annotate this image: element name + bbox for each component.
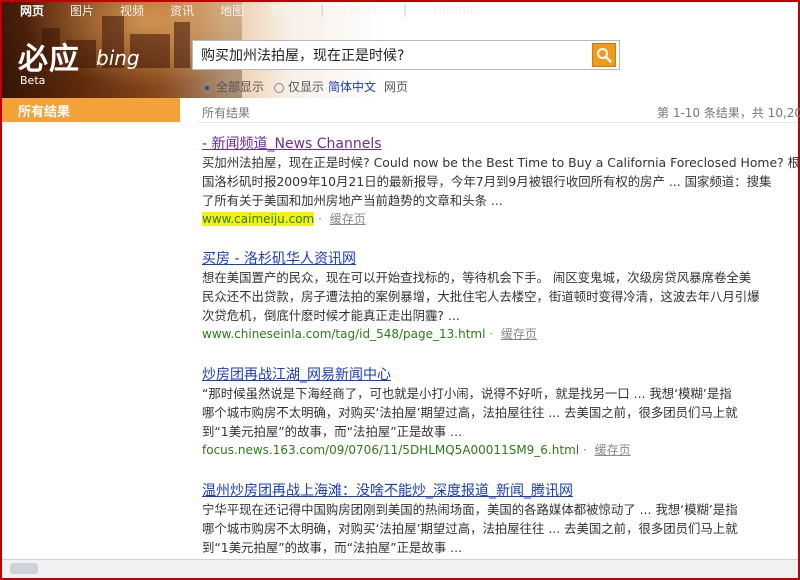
result-url-row: www.chineseinla.com/tag/id_548/page_13.h… (202, 327, 537, 341)
nav-web[interactable]: 网页 (20, 2, 44, 19)
result-snippet-line: 到“1美元拍屋”的故事，而“法拍屋”正是故事 ... (202, 424, 462, 439)
result-title-link[interactable]: 买房 - 洛杉矶华人资讯网 (202, 250, 800, 268)
scope-suffix: 网页 (384, 80, 409, 94)
scope-language-link[interactable]: 简体中文 (328, 78, 376, 95)
scrollbar-thumb[interactable] (10, 563, 38, 574)
scope-all-label[interactable]: 全部显示 (216, 78, 264, 95)
result-title-link[interactable]: 温州炒房团再战上海滩：没啥不能炒_深度报道_新闻_腾讯网 (202, 482, 800, 500)
cached-page-link[interactable]: 缓存页 (501, 327, 537, 341)
logo-beta: Beta (20, 74, 46, 87)
result-snippet-line: 哪个城市购房不太明确，对购买‘法拍屋’期望过高，法拍屋往往 ... 去美国之前，… (202, 521, 738, 536)
result-url-row: www.caimeiju.com · 缓存页 (202, 212, 366, 226)
result-url: focus.news.163.com/09/0706/11/5DHLMQ5A00… (202, 443, 580, 457)
search-icon (597, 48, 612, 63)
nav-maps[interactable]: 地图 (220, 2, 244, 19)
search-box (192, 40, 620, 70)
result-snippet-line: “那时候虽然说是下海经商了，可也就是小打小闹，说得不好听，就是找另一口 ... … (202, 386, 732, 401)
search-result: 炒房团再战江湖_网易新闻中心 “那时候虽然说是下海经商了，可也就是小打小闹，说得… (202, 366, 800, 459)
result-snippet-line: 到“1美元拍屋”的故事，而“法拍屋”正是故事 ... (202, 540, 462, 555)
scope-only-label[interactable]: 仅显示 (288, 78, 324, 95)
header-banner: 网页 图片 视频 资讯 地图 更多 | MSN | Hotmail 必应 bin… (2, 2, 798, 98)
top-navigation: 网页 图片 视频 资讯 地图 更多 | MSN | Hotmail (2, 2, 798, 18)
result-snippet-line: 国洛杉矶时报2009年10月21日的最新报导，今年7月到9月被银行收回所有权的房… (202, 174, 772, 189)
nav-msn[interactable]: MSN (350, 3, 377, 17)
result-url: www.chineseinla.com/tag/id_548/page_13.h… (202, 327, 486, 341)
result-url: www.caimeiju.com (202, 212, 315, 226)
results-count: 第 1-10 条结果，共 10,20 (657, 106, 800, 120)
cached-page-link[interactable]: 缓存页 (330, 212, 366, 226)
result-title-link[interactable]: - 新闻频道_News Channels (202, 135, 800, 153)
search-input[interactable] (193, 42, 592, 68)
result-snippet-line: 哪个城市购房不太明确，对购买‘法拍屋’期望过高，法拍屋往往 ... 去美国之前，… (202, 405, 738, 420)
nav-news[interactable]: 资讯 (170, 2, 194, 19)
logo-bing[interactable]: bing (96, 46, 140, 70)
result-snippet-line: 民众还不出贷款，房子遭法拍的案例暴增，大批住宅人去楼空，街道顿时变得冷清，这波去… (202, 289, 760, 304)
result-snippet-line: 了所有关于美国和加州房地产当前趋势的文章和头条 ... (202, 193, 503, 208)
sidebar-all-results[interactable]: 所有结果 (2, 98, 180, 122)
divider (198, 122, 798, 123)
search-button[interactable] (592, 43, 616, 67)
results-label: 所有结果 (202, 106, 251, 120)
result-snippet-line: 宁华平现在还记得中国购房团刚到美国的热闹场面，美国的各路媒体都被惊动了 ... … (202, 502, 738, 517)
nav-separator: | (403, 3, 408, 17)
nav-images[interactable]: 图片 (70, 2, 94, 19)
radio-all[interactable] (202, 82, 212, 93)
search-result: - 新闻频道_News Channels 买加州法拍屋，现在正是时候? Coul… (202, 135, 800, 228)
result-title-link[interactable]: 炒房团再战江湖_网易新闻中心 (202, 366, 800, 384)
logo-chinese[interactable]: 必应 (18, 34, 80, 78)
result-url-row: focus.news.163.com/09/0706/11/5DHLMQ5A00… (202, 443, 631, 457)
result-snippet-line: 次贷危机，倒底什麽时候才能真正走出阴霾? ... (202, 308, 460, 323)
search-result: 买房 - 洛杉矶华人资讯网 想在美国置产的民众，现在可以开始查找标的，等待机会下… (202, 250, 800, 343)
horizontal-scrollbar[interactable] (2, 559, 798, 578)
search-result: 温州炒房团再战上海滩：没啥不能炒_深度报道_新闻_腾讯网 宁华平现在还记得中国购… (202, 482, 800, 557)
nav-more[interactable]: 更多 (270, 2, 294, 19)
nav-separator: | (320, 3, 325, 17)
cached-page-link[interactable]: 缓存页 (595, 443, 631, 457)
nav-videos[interactable]: 视频 (120, 2, 144, 19)
result-snippet-line: 想在美国置产的民众，现在可以开始查找标的，等待机会下手。 闹区变鬼城，次级房贷风… (202, 270, 752, 285)
radio-only[interactable] (274, 82, 285, 93)
nav-hotmail[interactable]: Hotmail (433, 3, 480, 17)
search-scope: 全部显示 仅显示 简体中文 网页 (202, 78, 408, 95)
result-snippet-line: 买加州法拍屋，现在正是时候? Could now be the Best Tim… (202, 155, 800, 170)
